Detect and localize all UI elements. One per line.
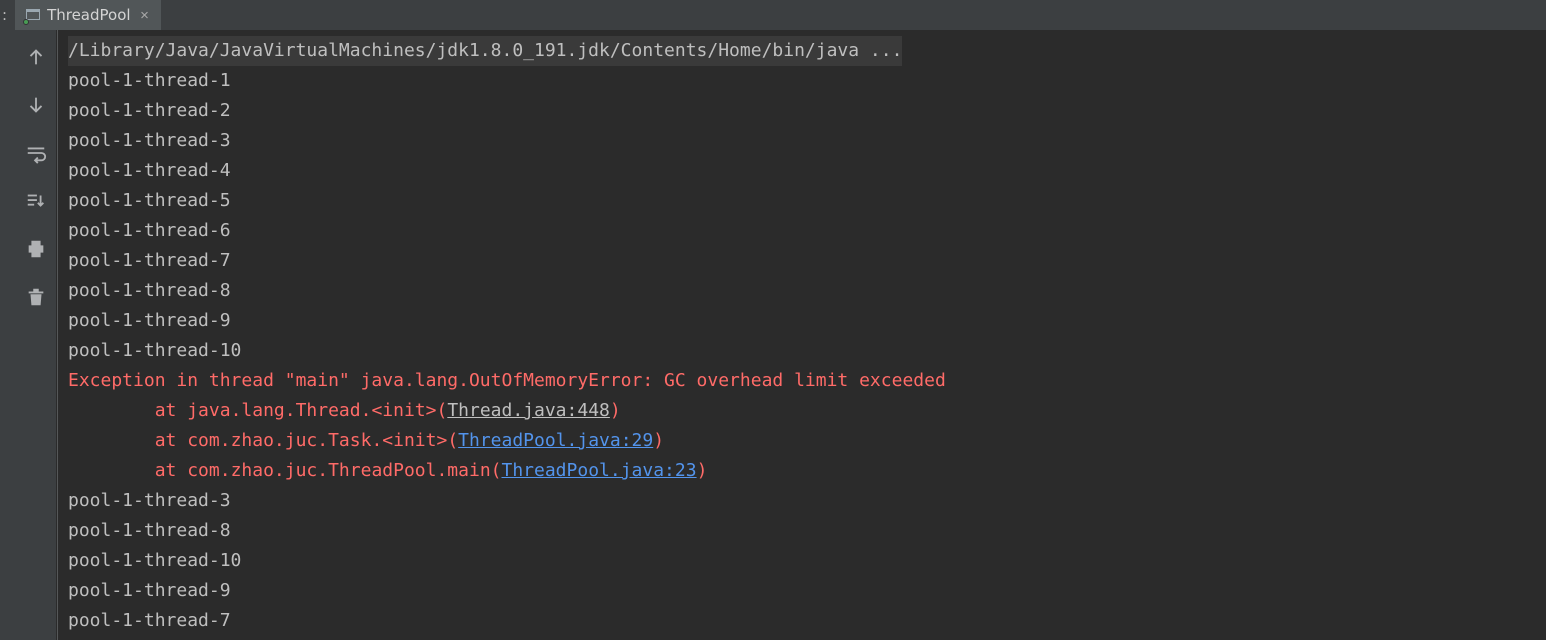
run-tool-window: : ThreadPool ×	[0, 0, 1546, 640]
source-link[interactable]: Thread.java:448	[447, 400, 610, 421]
scroll-up-icon[interactable]	[23, 44, 49, 70]
source-link[interactable]: ThreadPool.java:29	[458, 430, 653, 451]
console-line: pool-1-thread-10	[62, 336, 1546, 366]
console-line: pool-1-thread-4	[62, 156, 1546, 186]
tab-title: ThreadPool	[47, 6, 130, 24]
soft-wrap-icon[interactable]	[23, 140, 49, 166]
stack-frame: at com.zhao.juc.ThreadPool.main(ThreadPo…	[62, 456, 1546, 486]
frame-text: com.zhao.juc.ThreadPool.main	[187, 460, 490, 481]
trash-icon[interactable]	[23, 284, 49, 310]
console-line: pool-1-thread-8	[62, 276, 1546, 306]
source-link[interactable]: ThreadPool.java:23	[502, 460, 697, 481]
tab-threadpool[interactable]: ThreadPool ×	[15, 0, 160, 30]
console-line: pool-1-thread-7	[62, 606, 1546, 636]
console-line: Exception in thread "main" java.lang.Out…	[62, 366, 1546, 396]
frame-text: com.zhao.juc.Task.<init>	[187, 430, 447, 451]
run-tabbar: : ThreadPool ×	[0, 0, 1546, 30]
frame-text: java.lang.Thread.<init>	[187, 400, 436, 421]
exception-header: Exception in thread "main" java.lang.Out…	[68, 370, 946, 391]
run-body: /Library/Java/JavaVirtualMachines/jdk1.8…	[0, 30, 1546, 640]
scroll-to-end-icon[interactable]	[23, 188, 49, 214]
console-line: pool-1-thread-9	[62, 306, 1546, 336]
console-line: pool-1-thread-2	[62, 96, 1546, 126]
console-line: /Library/Java/JavaVirtualMachines/jdk1.8…	[62, 36, 1546, 66]
console-line: pool-1-thread-7	[62, 246, 1546, 276]
console-toolbar	[16, 30, 56, 640]
tabbar-left-fragment: :	[0, 2, 15, 30]
stack-frame: at java.lang.Thread.<init>(Thread.java:4…	[62, 396, 1546, 426]
console-line: pool-1-thread-5	[62, 186, 1546, 216]
console-line: pool-1-thread-9	[62, 576, 1546, 606]
console-line: pool-1-thread-3	[62, 486, 1546, 516]
console-line: pool-1-thread-1	[62, 66, 1546, 96]
command-line: /Library/Java/JavaVirtualMachines/jdk1.8…	[68, 36, 902, 66]
console-line: pool-1-thread-10	[62, 546, 1546, 576]
print-icon[interactable]	[23, 236, 49, 262]
scroll-down-icon[interactable]	[23, 92, 49, 118]
console-output[interactable]: /Library/Java/JavaVirtualMachines/jdk1.8…	[58, 30, 1546, 640]
left-stub	[0, 30, 16, 640]
stack-frame: at com.zhao.juc.Task.<init>(ThreadPool.j…	[62, 426, 1546, 456]
close-icon[interactable]: ×	[137, 7, 153, 24]
console-line: pool-1-thread-3	[62, 126, 1546, 156]
application-icon	[25, 7, 41, 23]
console-line: pool-1-thread-8	[62, 516, 1546, 546]
console-line: pool-1-thread-6	[62, 216, 1546, 246]
